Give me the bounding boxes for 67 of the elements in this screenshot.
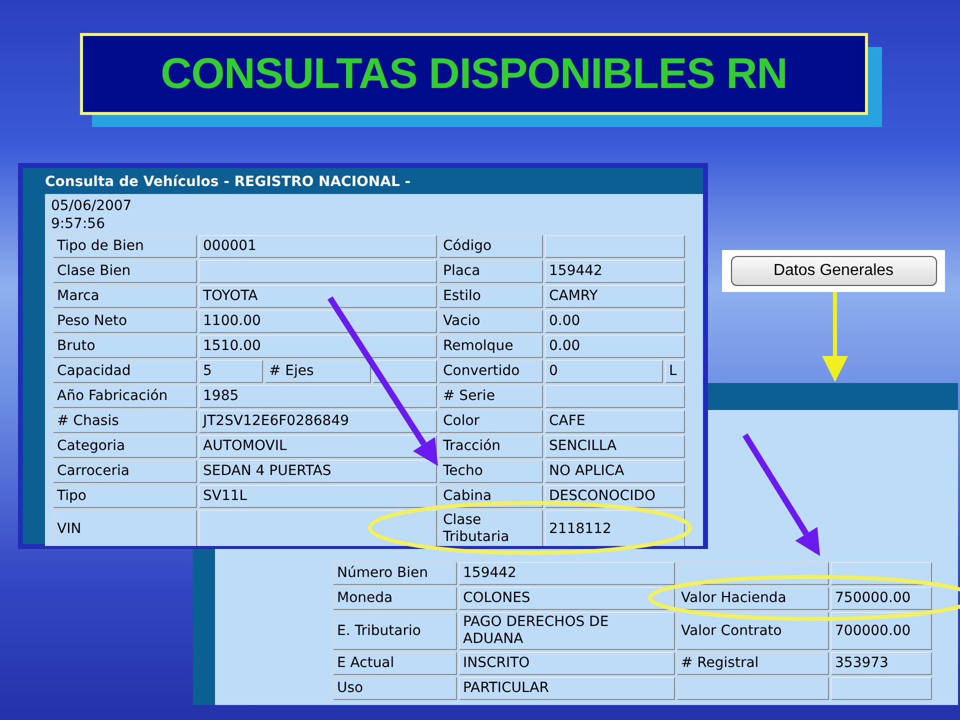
field-label: Color bbox=[439, 410, 543, 433]
field-value: SEDAN 4 PUERTAS bbox=[199, 460, 437, 483]
field-value: SV11L bbox=[199, 485, 437, 508]
field-value: 1510.00 bbox=[199, 335, 437, 358]
field-value: JT2SV12E6F0286849 bbox=[199, 410, 437, 433]
field-value: NO APLICA bbox=[545, 460, 685, 483]
field-label: Bruto bbox=[53, 335, 197, 358]
field-value: 159442 bbox=[545, 260, 685, 283]
field-label: Clase Tributaria bbox=[439, 510, 543, 546]
field-label: Valor Hacienda bbox=[677, 587, 829, 610]
field-value: INSCRITO bbox=[459, 652, 675, 675]
field-label: Convertido bbox=[439, 360, 543, 383]
slide-title: CONSULTAS DISPONIBLES RN bbox=[80, 33, 868, 115]
field-label: Tipo bbox=[53, 485, 197, 508]
field-label: # Ejes bbox=[265, 360, 371, 383]
field-value: 000001 bbox=[199, 235, 437, 258]
empty-cell bbox=[373, 360, 437, 383]
field-value: 1100.00 bbox=[199, 310, 437, 333]
field-label: Vacio bbox=[439, 310, 543, 333]
field-value: 0.00 bbox=[545, 310, 685, 333]
time-text: 9:57:56 bbox=[51, 215, 106, 233]
field-label: Moneda bbox=[333, 587, 457, 610]
field-value: 0 bbox=[545, 360, 663, 383]
field-label: E Actual bbox=[333, 652, 457, 675]
window-title: Consulta de Vehículos - REGISTRO NACIONAL - bbox=[45, 173, 412, 192]
field-label: Clase Bien bbox=[53, 260, 197, 283]
field-label: Placa bbox=[439, 260, 543, 283]
field-value: 750000.00 bbox=[831, 587, 932, 610]
field-value: AUTOMOVIL bbox=[199, 435, 437, 458]
field-value: L bbox=[665, 360, 685, 383]
field-label: Valor Contrato bbox=[677, 612, 829, 650]
field-label: Año Fabricación bbox=[53, 385, 197, 408]
field-label: Código bbox=[439, 235, 543, 258]
field-label: Carroceria bbox=[53, 460, 197, 483]
field-label: Estilo bbox=[439, 285, 543, 308]
field-label: VIN bbox=[53, 510, 197, 546]
field-label: Marca bbox=[53, 285, 197, 308]
field-value: 700000.00 bbox=[831, 612, 932, 650]
field-value: PARTICULAR bbox=[459, 677, 675, 700]
field-label: Tipo de Bien bbox=[53, 235, 197, 258]
field-label: # Registral bbox=[677, 652, 829, 675]
field-value: 0.00 bbox=[545, 335, 685, 358]
field-value: CAMRY bbox=[545, 285, 685, 308]
field-value: 159442 bbox=[459, 562, 675, 585]
field-label: Techo bbox=[439, 460, 543, 483]
field-value: TOYOTA bbox=[199, 285, 437, 308]
field-value: 353973 bbox=[831, 652, 932, 675]
field-label: Peso Neto bbox=[53, 310, 197, 333]
field-label: Remolque bbox=[439, 335, 543, 358]
field-label: # Serie bbox=[439, 385, 543, 408]
field-value: CAFE bbox=[545, 410, 685, 433]
field-value: DESCONOCIDO bbox=[545, 485, 685, 508]
field-label: Tracción bbox=[439, 435, 543, 458]
field-label: # Chasis bbox=[53, 410, 197, 433]
field-value: 5 bbox=[199, 360, 263, 383]
general-data-button[interactable]: Datos Generales bbox=[730, 256, 936, 286]
field-value: PAGO DERECHOS DE ADUANA bbox=[459, 612, 675, 650]
field-value: COLONES bbox=[459, 587, 675, 610]
field-value: 2118112 bbox=[545, 510, 685, 546]
date-text: 05/06/2007 bbox=[51, 197, 133, 215]
field-label: Número Bien bbox=[333, 562, 457, 585]
field-label: E. Tributario bbox=[333, 612, 457, 650]
field-label: Uso bbox=[333, 677, 457, 700]
field-label: Categoria bbox=[53, 435, 197, 458]
field-label: Capacidad bbox=[53, 360, 197, 383]
field-value: SENCILLA bbox=[545, 435, 685, 458]
field-value: 1985 bbox=[199, 385, 437, 408]
